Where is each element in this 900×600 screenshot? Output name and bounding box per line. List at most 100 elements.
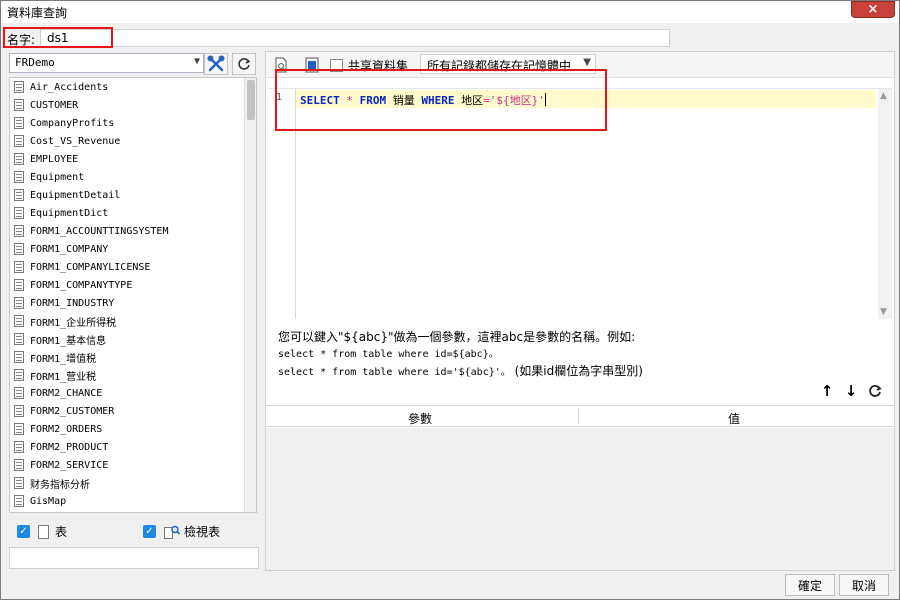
table-icon — [14, 225, 24, 237]
check-icon: ✓ — [17, 525, 30, 538]
table-icon — [14, 333, 24, 345]
connection-select[interactable]: FRDemo ▼ — [9, 53, 204, 73]
table-item-label: FORM1_INDUSTRY — [30, 297, 115, 309]
table-item-label: Cost_VS_Revenue — [30, 135, 121, 147]
table-icon — [14, 81, 24, 93]
name-input[interactable] — [40, 29, 670, 47]
table-list-item[interactable]: FORM1_INDUSTRY — [10, 294, 246, 312]
table-list-item[interactable]: FORM1_营业税 — [10, 366, 246, 384]
highlight-sql — [275, 69, 607, 131]
table-icon — [14, 243, 24, 255]
connection-settings-button[interactable] — [204, 53, 228, 75]
scroll-up-icon[interactable]: ▲ — [880, 91, 887, 101]
table-items: Air_Accidents CUSTOMER CompanyProfits Cost_… — [10, 78, 246, 510]
table-item-label: GisMap — [30, 495, 67, 507]
table-list-item[interactable]: EquipmentDict — [10, 204, 246, 222]
close-button[interactable]: × — [851, 1, 895, 18]
chevron-down-icon: ▼ — [583, 57, 591, 68]
table-item-label: FORM1_企业所得税 — [30, 317, 117, 329]
table-list-item[interactable]: FORM1_COMPANYLICENSE — [10, 258, 246, 276]
refresh-button[interactable] — [232, 53, 256, 75]
table-item-label: FORM1_ACCOUNTTINGSYSTEM — [30, 225, 169, 237]
table-list-scrollbar[interactable] — [244, 78, 256, 512]
col-value: 值 — [728, 412, 741, 426]
table-list-item[interactable]: FORM1_COMPANYTYPE — [10, 276, 246, 294]
param-table-body[interactable] — [266, 428, 894, 570]
refresh-icon — [238, 58, 251, 70]
table-icon — [14, 297, 24, 309]
table-list-item[interactable]: FORM2_PRODUCT — [10, 438, 246, 456]
filter-checks: ✓ 表 ✓ 檢視表 — [9, 517, 257, 543]
table-item-label: FORM1_COMPANYTYPE — [30, 279, 133, 291]
move-up-button[interactable]: ↑ — [818, 382, 836, 400]
view-icon — [164, 525, 181, 539]
table-icon — [14, 153, 24, 165]
table-list-item[interactable]: FORM2_CUSTOMER — [10, 402, 246, 420]
table-list[interactable]: Air_Accidents CUSTOMER CompanyProfits Cost_… — [9, 77, 257, 513]
ok-button[interactable]: 確定 — [785, 574, 835, 596]
table-list-item[interactable]: FORM1_企业所得税 — [10, 312, 246, 330]
table-list-item[interactable]: FORM1_增值税 — [10, 348, 246, 366]
table-item-label: FORM2_CHANCE — [30, 387, 103, 399]
table-icon — [14, 261, 24, 273]
table-item-label: Equipment — [30, 171, 85, 183]
chevron-down-icon: ▼ — [193, 56, 200, 67]
table-list-item[interactable]: CUSTOMER — [10, 96, 246, 114]
table-list-item[interactable]: Air_Accidents — [10, 78, 246, 96]
table-icon — [14, 99, 24, 111]
table-icon — [14, 387, 24, 399]
table-icon — [14, 405, 24, 417]
title-bar: 資料庫查詢 × — [1, 1, 899, 23]
table-icon — [38, 524, 49, 539]
table-list-item[interactable]: CompanyProfits — [10, 114, 246, 132]
table-item-label: CompanyProfits — [30, 117, 115, 129]
table-icon — [14, 369, 24, 381]
help-line-3-code: select * from table where id='${abc}'。 — [278, 367, 511, 378]
column-divider[interactable] — [578, 408, 579, 424]
table-list-item[interactable]: FORM1_ACCOUNTTINGSYSTEM — [10, 222, 246, 240]
table-icon — [14, 117, 24, 129]
arrow-up-icon: ↑ — [820, 382, 834, 400]
table-item-label: Air_Accidents — [30, 81, 109, 93]
table-icon — [14, 207, 24, 219]
table-list-item[interactable]: FORM2_CHANCE — [10, 384, 246, 402]
table-list-item[interactable]: FORM2_SERVICE — [10, 456, 246, 474]
scroll-down-icon[interactable]: ▼ — [880, 307, 887, 317]
table-icon — [14, 171, 24, 183]
help-line-2: select * from table where id=${abc}。 — [278, 349, 499, 360]
table-list-item[interactable]: 财务指标分析 — [10, 474, 246, 492]
table-icon — [14, 315, 24, 327]
table-icon — [14, 189, 24, 201]
table-icon — [14, 423, 24, 435]
table-list-item[interactable]: FORM1_基本信息 — [10, 330, 246, 348]
table-item-label: FORM1_增值税 — [30, 353, 97, 365]
refresh-params-button[interactable] — [866, 382, 884, 400]
table-item-label: FORM1_营业税 — [30, 371, 97, 383]
move-down-button[interactable]: ↓ — [842, 382, 860, 400]
view-checkbox-label: 檢視表 — [184, 525, 221, 539]
table-list-item[interactable]: FORM1_COMPANY — [10, 240, 246, 258]
table-checkbox[interactable]: ✓ 表 — [17, 523, 67, 540]
editor-scrollbar[interactable]: ▲ ▼ — [878, 89, 892, 319]
table-filter-input[interactable] — [9, 547, 259, 569]
table-list-item[interactable]: EMPLOYEE — [10, 150, 246, 168]
view-checkbox[interactable]: ✓ 檢視表 — [143, 523, 220, 540]
table-list-item[interactable]: FORM2_ORDERS — [10, 420, 246, 438]
window-title: 資料庫查詢 — [7, 6, 68, 20]
highlight-name — [3, 27, 113, 48]
param-actions: ↑ ↓ — [818, 382, 888, 402]
refresh-icon — [869, 385, 882, 397]
table-checkbox-label: 表 — [55, 525, 68, 539]
check-icon: ✓ — [143, 525, 156, 538]
table-icon — [14, 459, 24, 471]
close-icon: × — [867, 2, 879, 17]
cancel-button[interactable]: 取消 — [839, 574, 889, 596]
table-list-item[interactable]: EquipmentDetail — [10, 186, 246, 204]
table-item-label: EquipmentDetail — [30, 189, 121, 201]
table-list-item[interactable]: Cost_VS_Revenue — [10, 132, 246, 150]
help-line-3: select * from table where id='${abc}'。 (… — [278, 363, 878, 381]
table-icon — [14, 351, 24, 363]
table-list-item[interactable]: GisMap — [10, 492, 246, 510]
scroll-thumb[interactable] — [247, 80, 255, 120]
table-list-item[interactable]: Equipment — [10, 168, 246, 186]
